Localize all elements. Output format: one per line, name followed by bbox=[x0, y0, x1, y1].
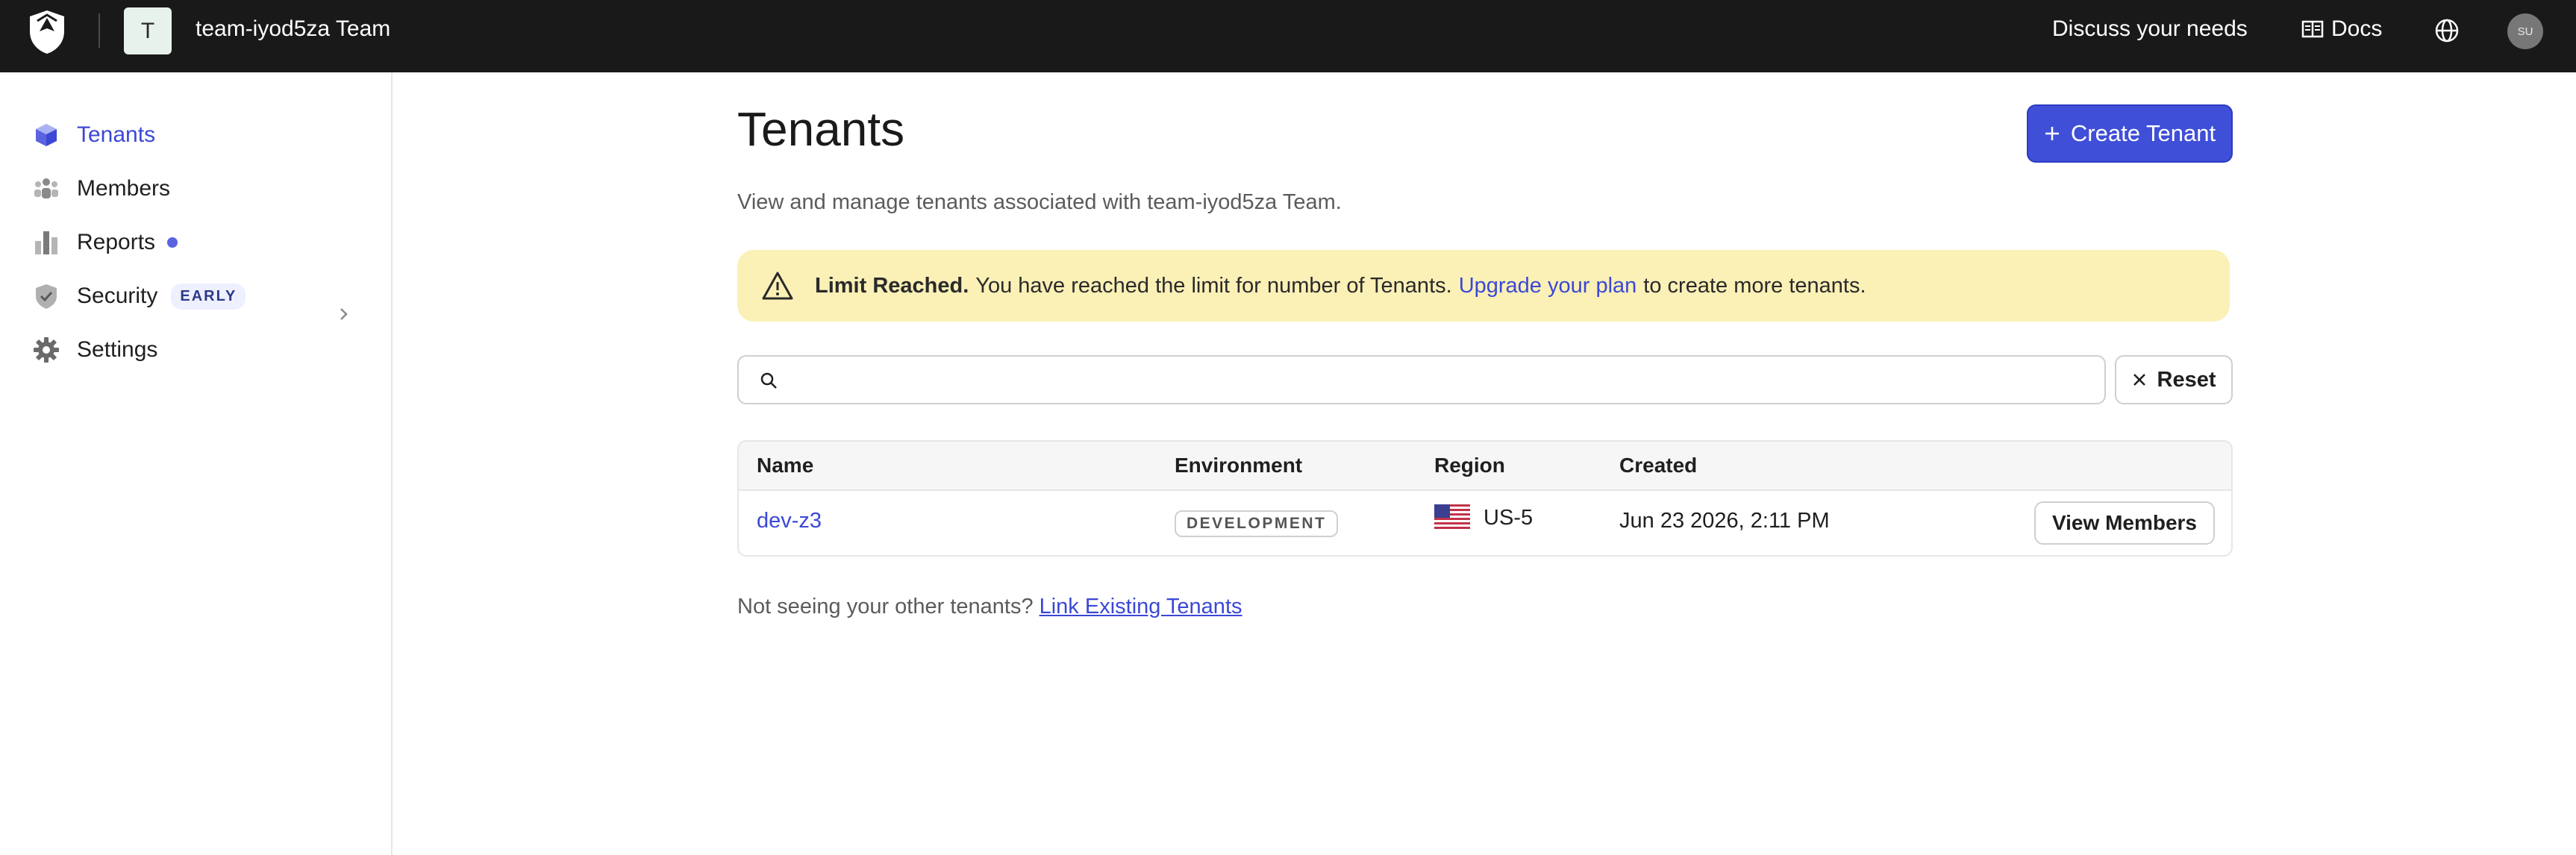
column-header-name[interactable]: Name bbox=[757, 454, 813, 477]
team-avatar[interactable]: T bbox=[124, 7, 172, 54]
cube-icon bbox=[33, 122, 60, 148]
reset-button[interactable]: Reset bbox=[2115, 355, 2233, 404]
bar-chart-icon bbox=[33, 229, 60, 256]
sidebar-item-members[interactable]: Members bbox=[33, 175, 170, 202]
reports-status-dot bbox=[167, 237, 178, 248]
sidebar-item-label: Tenants bbox=[77, 122, 156, 147]
sidebar-item-label: Members bbox=[77, 176, 171, 201]
sidebar-item-settings[interactable]: Settings bbox=[33, 336, 157, 363]
team-name[interactable]: team-iyod5za Team bbox=[196, 16, 390, 42]
search-icon bbox=[760, 372, 777, 389]
sidebar-item-reports[interactable]: Reports bbox=[33, 229, 178, 256]
warning-icon bbox=[762, 272, 793, 300]
sidebar-item-label: Security bbox=[77, 284, 158, 308]
user-avatar[interactable]: SU bbox=[2507, 13, 2543, 49]
reset-label: Reset bbox=[2157, 367, 2216, 392]
top-bar: T team-iyod5za Team Discuss your needs D… bbox=[0, 0, 2576, 72]
alert-title: Limit Reached. bbox=[815, 273, 969, 298]
tenant-name-link[interactable]: dev-z3 bbox=[757, 509, 822, 533]
alert-message: You have reached the limit for number of… bbox=[975, 273, 1452, 298]
docs-label: Docs bbox=[2331, 16, 2383, 41]
view-members-button[interactable]: View Members bbox=[2034, 501, 2215, 545]
us-flag-icon bbox=[1434, 504, 1470, 531]
footnote-text: Not seeing your other tenants? bbox=[737, 595, 1034, 618]
link-existing-tenants-link[interactable]: Link Existing Tenants bbox=[1040, 595, 1242, 618]
create-tenant-label: Create Tenant bbox=[2070, 120, 2216, 146]
sidebar-item-label: Reports bbox=[77, 230, 156, 254]
upgrade-plan-link[interactable]: Upgrade your plan bbox=[1459, 274, 1637, 298]
table-header: Name Environment Region Created bbox=[739, 442, 2231, 491]
footnote: Not seeing your other tenants? Link Exist… bbox=[737, 595, 1242, 619]
search-box[interactable] bbox=[737, 355, 2106, 404]
alert-suffix: to create more tenants. bbox=[1643, 273, 1866, 298]
discuss-needs-link[interactable]: Discuss your needs bbox=[2052, 16, 2248, 42]
tenants-table: Name Environment Region Created dev-z3 D… bbox=[737, 440, 2233, 557]
created-date: Jun 23 2026, 2:11 PM bbox=[1619, 509, 1830, 533]
chevron-right-icon[interactable] bbox=[337, 305, 351, 323]
sidebar-item-security[interactable]: Security EARLY bbox=[33, 283, 246, 310]
limit-alert: Limit Reached. You have reached the limi… bbox=[737, 250, 2230, 322]
environment-badge: DEVELOPMENT bbox=[1175, 510, 1339, 537]
close-icon bbox=[2133, 374, 2145, 386]
column-header-environment[interactable]: Environment bbox=[1175, 454, 1302, 477]
sidebar-item-tenants[interactable]: Tenants bbox=[33, 122, 155, 148]
sidebar-item-label: Settings bbox=[77, 337, 158, 362]
column-header-region[interactable]: Region bbox=[1434, 454, 1505, 477]
search-input[interactable] bbox=[791, 361, 2092, 400]
members-icon bbox=[33, 175, 60, 202]
page-subtitle: View and manage tenants associated with … bbox=[737, 190, 1342, 214]
region-cell: US-5 bbox=[1434, 504, 1533, 531]
docs-link[interactable]: Docs bbox=[2301, 16, 2382, 42]
shield-check-icon bbox=[33, 283, 60, 310]
gear-icon bbox=[33, 336, 60, 363]
sidebar: Tenants Members Reports Security EARLY S… bbox=[0, 72, 393, 855]
header-divider bbox=[99, 13, 100, 48]
create-tenant-button[interactable]: Create Tenant bbox=[2027, 104, 2233, 163]
book-icon bbox=[2301, 20, 2324, 38]
region-label: US-5 bbox=[1484, 505, 1534, 530]
globe-icon[interactable] bbox=[2434, 18, 2460, 43]
early-badge: EARLY bbox=[171, 283, 246, 310]
shield-logo-icon[interactable] bbox=[27, 9, 67, 55]
column-header-created[interactable]: Created bbox=[1619, 454, 1697, 477]
table-row: dev-z3 DEVELOPMENT US-5 Jun 23 2026, 2:1… bbox=[739, 491, 2231, 555]
page-title: Tenants bbox=[737, 102, 905, 156]
plus-icon bbox=[2045, 127, 2059, 140]
